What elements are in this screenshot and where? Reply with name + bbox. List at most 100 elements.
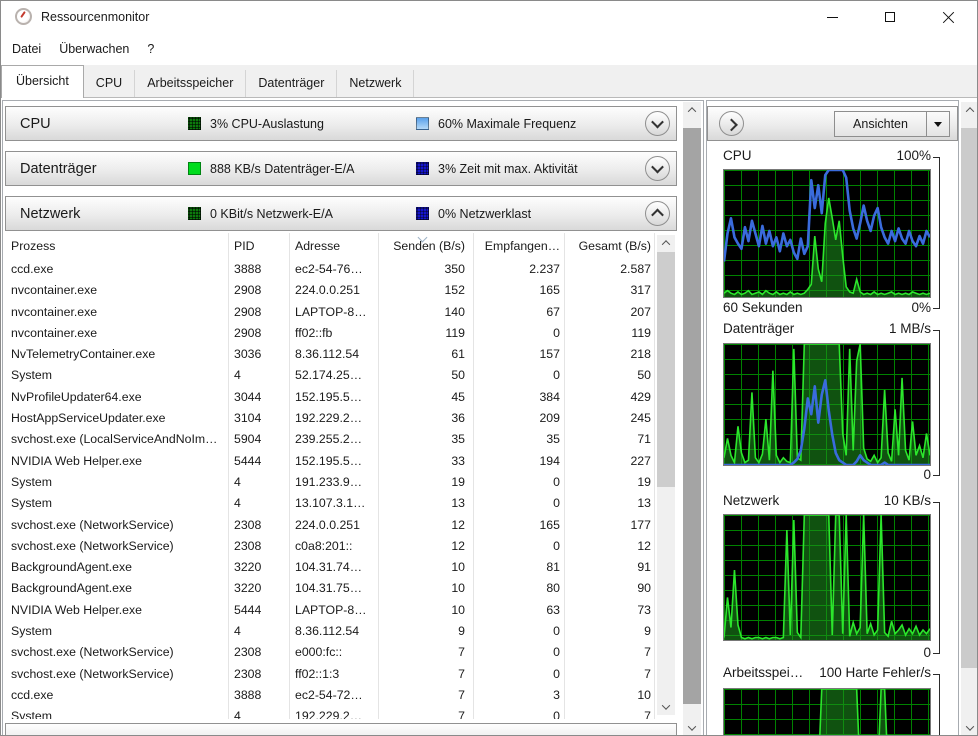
section-header-arbeitsspeicher-partial[interactable] xyxy=(5,723,677,735)
scrollbar-thumb[interactable] xyxy=(657,252,675,487)
graph-max-label: 100% xyxy=(896,148,931,163)
scroll-up-button[interactable] xyxy=(683,102,701,118)
cell-empfangen: 81 xyxy=(546,560,560,575)
section-header-cpu[interactable]: CPU 3% CPU-Auslastung 60% Maximale Frequ… xyxy=(5,106,677,141)
cpu-frequency-stat: 60% Maximale Frequenz xyxy=(416,117,644,131)
table-row[interactable]: svchost.exe (NetworkService) 2308 224.0.0.… xyxy=(5,515,677,536)
cell-adresse: 52.174.25… xyxy=(295,368,363,383)
table-row[interactable]: nvcontainer.exe 2908 ff02::fb 119 0 119 xyxy=(5,323,677,344)
cell-gesamt: 19 xyxy=(637,474,651,489)
network-load-icon xyxy=(416,207,429,220)
table-row[interactable]: NVIDIA Web Helper.exe 5444 152.195.5… 33 194… xyxy=(5,451,677,472)
cpu-usage-stat: 3% CPU-Auslastung xyxy=(188,117,416,131)
table-row[interactable]: svchost.exe (NetworkService) 2308 e000:fc:… xyxy=(5,642,677,663)
cell-prozess: svchost.exe (NetworkService) xyxy=(11,645,174,660)
tab-uebersicht[interactable]: Übersicht xyxy=(1,65,84,98)
tab-arbeitsspeicher[interactable]: Arbeitsspeicher xyxy=(135,70,247,97)
cell-prozess: ccd.exe xyxy=(11,687,54,702)
close-button[interactable] xyxy=(919,1,977,33)
views-dropdown-arrow[interactable] xyxy=(926,112,949,136)
table-row[interactable]: nvcontainer.exe 2908 LAPTOP-8… 140 67 207 xyxy=(5,302,677,323)
menu-item-datei[interactable]: Datei xyxy=(3,37,50,61)
tab-datentraeger[interactable]: Datenträger xyxy=(246,70,338,97)
scrollbar-thumb[interactable] xyxy=(683,128,701,704)
chevron-up-icon xyxy=(651,208,664,222)
maximize-button[interactable] xyxy=(861,1,919,33)
collapse-netzwerk-button[interactable] xyxy=(645,201,670,226)
cell-gesamt: 50 xyxy=(637,368,651,383)
memory-graph-header: Arbeitsspei… 100 Harte Fehler/s xyxy=(723,665,931,683)
table-row[interactable]: ccd.exe 3888 ec2-54-76… 350 2.237 2.587 xyxy=(5,259,677,280)
column-header-pid[interactable]: PID xyxy=(234,233,284,259)
minimize-button[interactable] xyxy=(803,1,861,33)
right-pane-scrollbar[interactable] xyxy=(961,102,977,735)
cell-prozess: NVIDIA Web Helper.exe xyxy=(11,602,143,617)
column-header-empfangen[interactable]: Empfangen… xyxy=(476,233,560,259)
cell-adresse: 192.229.2… xyxy=(295,411,363,426)
cell-empfangen: 0 xyxy=(553,666,560,681)
graph-title: Netzwerk xyxy=(723,493,780,508)
table-row[interactable]: System 4 191.233.9… 19 0 19 xyxy=(5,472,677,493)
table-row[interactable]: svchost.exe (NetworkService) 2308 ff02::1:… xyxy=(5,664,677,685)
cell-pid: 4 xyxy=(234,624,241,639)
section-header-datentraeger[interactable]: Datenträger 888 KB/s Datenträger-E/A 3% … xyxy=(5,151,677,186)
disk-graph xyxy=(723,343,931,466)
scroll-up-button[interactable] xyxy=(961,102,977,118)
expand-datentraeger-button[interactable] xyxy=(645,156,670,181)
cell-empfangen: 0 xyxy=(553,645,560,660)
table-row[interactable]: System 4 192.229.2… 7 0 7 xyxy=(5,706,677,719)
cell-gesamt: 73 xyxy=(637,602,651,617)
scroll-down-button[interactable] xyxy=(657,699,675,715)
cell-prozess: svchost.exe (NetworkService) xyxy=(11,538,174,553)
table-row[interactable]: nvcontainer.exe 2908 224.0.0.251 152 165 317 xyxy=(5,280,677,301)
scroll-up-button[interactable] xyxy=(657,235,675,251)
table-row[interactable]: svchost.exe (LocalServiceAndNoIm… 5904 239… xyxy=(5,429,677,450)
cell-gesamt: 12 xyxy=(637,538,651,553)
cell-prozess: svchost.exe (NetworkService) xyxy=(11,666,174,681)
cell-gesamt: 71 xyxy=(637,432,651,447)
table-row[interactable]: HostAppServiceUpdater.exe 3104 192.229.2… 3… xyxy=(5,408,677,429)
network-io-label: 0 KBit/s Netzwerk-E/A xyxy=(210,206,333,221)
table-row[interactable]: System 4 8.36.112.54 9 0 9 xyxy=(5,621,677,642)
tab-cpu[interactable]: CPU xyxy=(83,70,136,97)
table-row[interactable]: ccd.exe 3888 ec2-54-72… 7 3 10 xyxy=(5,685,677,706)
cell-adresse: 104.31.75… xyxy=(295,581,363,596)
cell-empfangen: 194 xyxy=(539,453,560,468)
table-row[interactable]: BackgroundAgent.exe 3220 104.31.75… 10 80 90 xyxy=(5,578,677,599)
views-dropdown-button[interactable]: Ansichten xyxy=(834,111,950,137)
section-header-netzwerk[interactable]: Netzwerk 0 KBit/s Netzwerk-E/A 0% Netzwe… xyxy=(5,196,677,231)
table-row[interactable]: System 4 13.107.3.1… 13 0 13 xyxy=(5,493,677,514)
section-title: Datenträger xyxy=(20,160,97,177)
column-header-adresse[interactable]: Adresse xyxy=(295,233,373,259)
scrollbar-thumb[interactable] xyxy=(961,128,977,668)
collapse-panel-button[interactable] xyxy=(719,111,744,136)
column-header-prozess[interactable]: Prozess xyxy=(11,233,223,259)
table-row[interactable]: NvTelemetryContainer.exe 3036 8.36.112.54 6… xyxy=(5,344,677,365)
section-title: CPU xyxy=(20,115,51,132)
cell-senden: 10 xyxy=(451,581,465,596)
table-scrollbar[interactable] xyxy=(657,235,675,715)
table-row[interactable]: NVIDIA Web Helper.exe 5444 LAPTOP-8… 10 63 73 xyxy=(5,600,677,621)
table-row[interactable]: System 4 52.174.25… 50 0 50 xyxy=(5,365,677,386)
cell-senden: 119 xyxy=(445,325,465,340)
left-pane-scrollbar[interactable] xyxy=(683,102,701,735)
table-row[interactable]: svchost.exe (NetworkService) 2308 c0a8:201… xyxy=(5,536,677,557)
menu-item-ueberwachen[interactable]: Überwachen xyxy=(50,37,138,61)
column-header-senden[interactable]: Senden (B/s) xyxy=(381,233,465,259)
cell-prozess: svchost.exe (NetworkService) xyxy=(11,517,174,532)
scroll-down-button[interactable] xyxy=(683,720,701,735)
window-title: Ressourcenmonitor xyxy=(41,10,150,24)
column-header-gesamt[interactable]: Gesamt (B/s) xyxy=(567,233,651,259)
graph-title: Datenträger xyxy=(723,321,795,336)
cpu-frequency-label: 60% Maximale Frequenz xyxy=(438,116,577,131)
cell-gesamt: 13 xyxy=(637,496,651,511)
cell-empfangen: 0 xyxy=(553,538,560,553)
cell-adresse: ff02::fb xyxy=(295,325,333,340)
menu-item-help[interactable]: ? xyxy=(138,37,163,61)
tab-netzwerk[interactable]: Netzwerk xyxy=(337,70,415,97)
table-row[interactable]: NvProfileUpdater64.exe 3044 152.195.5… 45 38… xyxy=(5,387,677,408)
scroll-down-button[interactable] xyxy=(961,720,977,735)
minimize-icon xyxy=(826,16,838,18)
expand-cpu-button[interactable] xyxy=(645,111,670,136)
table-row[interactable]: BackgroundAgent.exe 3220 104.31.74… 10 81 91 xyxy=(5,557,677,578)
